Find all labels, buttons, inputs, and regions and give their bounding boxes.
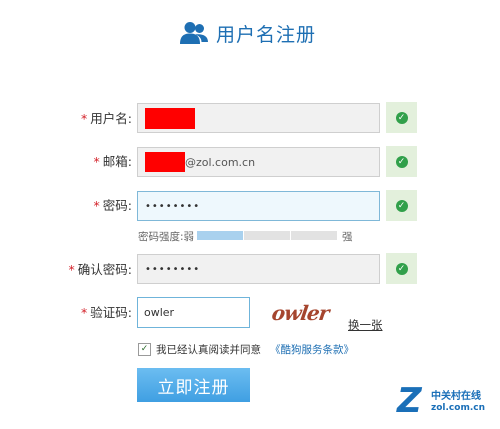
users-icon [180, 22, 208, 44]
captcha-input[interactable]: owler [137, 297, 250, 328]
watermark-en: zol.com.cn [431, 403, 485, 413]
required-mark: * [81, 111, 88, 126]
register-button[interactable]: 立即注册 [137, 368, 250, 402]
zol-watermark: Z 中关村在线 zol.com.cn [397, 383, 494, 421]
password-valid-icon: ✓ [386, 190, 417, 221]
agreement-row: ✓ 我已经认真阅读并同意 《酷狗服务条款》 [138, 342, 354, 357]
username-label: * 用户名: [81, 111, 132, 126]
username-valid-icon: ✓ [386, 102, 417, 133]
watermark-cn: 中关村在线 [431, 391, 481, 402]
password-field[interactable]: •••••••• [137, 191, 380, 221]
password-label: * 密码: [93, 198, 132, 213]
refresh-captcha-link[interactable]: 换一张 [348, 317, 383, 333]
email-valid-icon: ✓ [386, 146, 417, 177]
username-field[interactable] [137, 103, 380, 133]
strength-strong-label: 强 [342, 231, 353, 243]
captcha-input-value: owler [144, 306, 175, 319]
page-title-text: 用户名注册 [216, 23, 317, 46]
strength-bar-weak [197, 231, 243, 240]
agree-text: 我已经认真阅读并同意 [156, 344, 261, 356]
confirm-password-field[interactable]: •••••••• [137, 254, 380, 284]
terms-link[interactable]: 《酷狗服务条款》 [270, 342, 354, 357]
captcha-label: * 验证码: [81, 305, 132, 320]
password-strength-label: 密码强度:弱 [138, 231, 195, 243]
captcha-image[interactable]: owler [270, 301, 330, 325]
redacted-username [145, 107, 195, 129]
redacted-email [145, 152, 185, 172]
agree-checkbox[interactable]: ✓ [138, 343, 151, 356]
strength-bar-medium [244, 231, 290, 240]
email-field[interactable]: @zol.com.cn [137, 147, 380, 177]
confirm-valid-icon: ✓ [386, 253, 417, 284]
email-suffix: @zol.com.cn [185, 155, 256, 169]
confirm-password-value: •••••••• [145, 263, 201, 275]
zol-logo-icon: Z [397, 381, 422, 421]
page-title: 用户名注册 [180, 17, 316, 49]
confirm-password-label: * 确认密码: [68, 262, 132, 277]
password-value: •••••••• [145, 200, 201, 212]
email-label: * 邮箱: [93, 154, 132, 169]
strength-bar-strong [291, 231, 337, 240]
